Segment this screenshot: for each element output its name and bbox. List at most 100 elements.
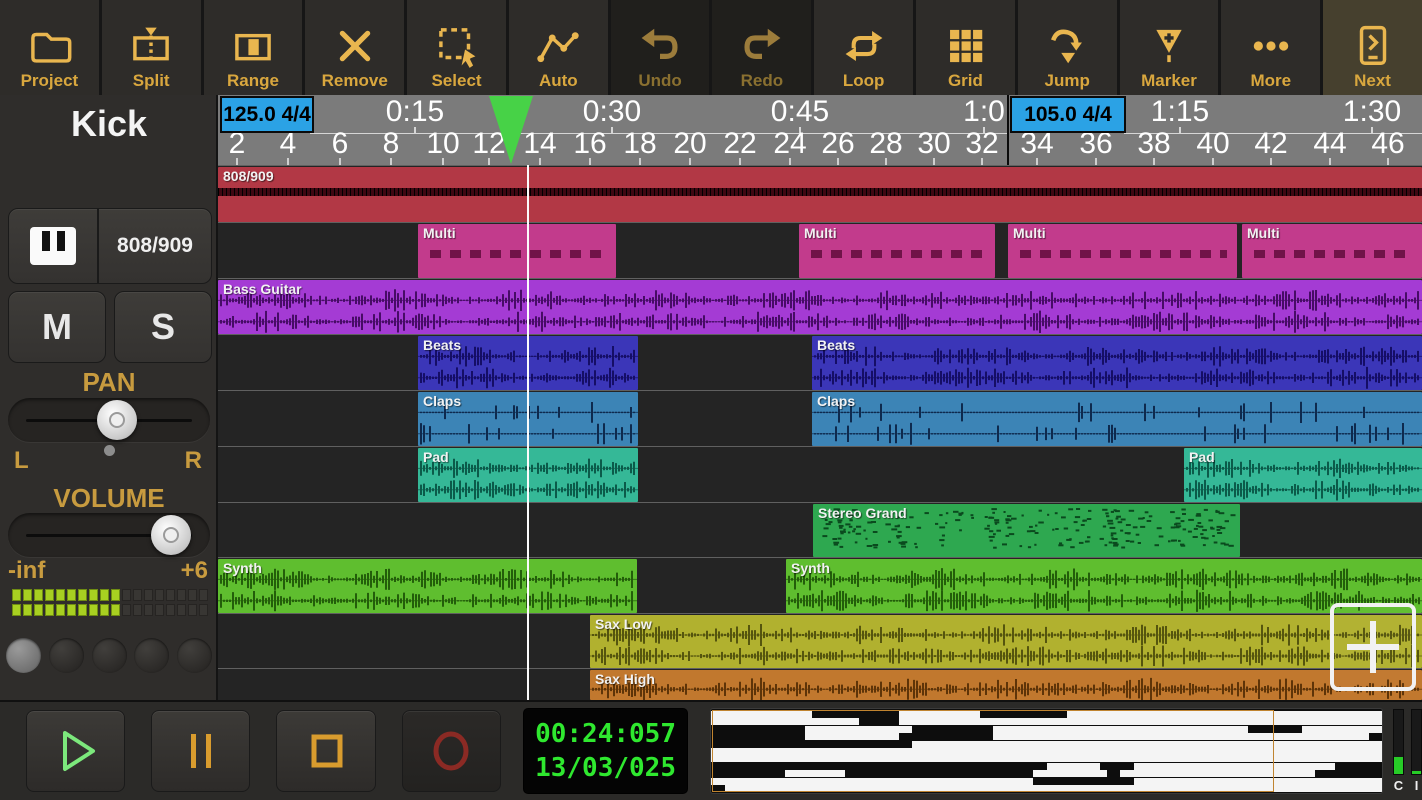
stop-button[interactable] xyxy=(276,710,376,792)
instrument-name[interactable]: 808/909 xyxy=(99,234,211,258)
bar-tick xyxy=(885,158,887,165)
clip-multi[interactable]: Multi xyxy=(1008,224,1237,278)
clip-beats[interactable]: Beats xyxy=(812,336,1422,390)
clip-808-909[interactable]: 808/909 xyxy=(218,167,1422,222)
track-row-sax-high[interactable]: Sax High xyxy=(218,668,1422,700)
clip-bass-guitar[interactable]: Bass Guitar xyxy=(218,280,1422,334)
clip-label: Multi xyxy=(423,225,456,241)
panel-pad[interactable] xyxy=(134,638,170,673)
toolbar-button-jump[interactable]: Jump xyxy=(1017,0,1117,95)
meter-segment xyxy=(34,589,43,601)
record-button[interactable] xyxy=(401,710,501,792)
track-row-bass-guitar[interactable]: Bass Guitar xyxy=(218,278,1422,334)
timeline-ruler[interactable]: 0:15 0:30 0:45 1:0 1:15 1:30 2 4 6 8 10 12 14 16 18 20 2… xyxy=(218,95,1422,165)
clip-synth[interactable]: Synth xyxy=(218,559,637,613)
clip-pad[interactable]: Pad xyxy=(1184,448,1422,502)
meter-segment xyxy=(56,604,65,616)
playhead-marker[interactable] xyxy=(489,96,533,164)
toolbar-button-grid[interactable]: Grid xyxy=(916,0,1015,95)
meter-segment xyxy=(133,604,142,616)
track-row-beats[interactable]: Beats Beats xyxy=(218,334,1422,390)
bar-number: 6 xyxy=(331,127,349,160)
toolbar-button-label: Next xyxy=(1354,71,1391,90)
add-track-button[interactable] xyxy=(1330,603,1416,691)
toolbar-button-marker[interactable]: Marker xyxy=(1119,0,1219,95)
panel-pad[interactable] xyxy=(177,638,212,673)
time-display[interactable]: 00:24:057 13/03/025 xyxy=(522,708,689,794)
pause-button[interactable] xyxy=(151,710,251,792)
remove-icon xyxy=(332,20,378,72)
level-meter xyxy=(12,589,208,617)
play-icon xyxy=(62,731,95,771)
toolbar-button-next[interactable]: Next xyxy=(1323,0,1422,95)
toolbar-button-redo[interactable]: Redo xyxy=(712,0,812,95)
toolbar-button-more[interactable]: More xyxy=(1221,0,1321,95)
toolbar-button-project[interactable]: Project xyxy=(0,0,99,95)
bar-tick xyxy=(1212,158,1214,165)
track-row-stereo-grand[interactable]: Stereo Grand xyxy=(218,502,1422,557)
toolbar-button-remove[interactable]: Remove xyxy=(305,0,405,95)
panel-pad[interactable] xyxy=(48,638,84,673)
bar-number: 16 xyxy=(573,127,607,160)
play-button[interactable] xyxy=(26,710,126,792)
bar-number: 30 xyxy=(917,127,951,160)
solo-button[interactable]: S xyxy=(114,291,212,363)
clip-synth[interactable]: Synth xyxy=(786,559,1422,613)
clip-multi[interactable]: Multi xyxy=(418,224,616,278)
toolbar-button-undo[interactable]: Undo xyxy=(610,0,710,95)
pan-left-label: L xyxy=(14,447,29,474)
bar-tick xyxy=(589,158,591,165)
midi-note-stripe xyxy=(218,188,1422,196)
pan-center-detent xyxy=(104,445,115,456)
clip-label: Sax Low xyxy=(595,616,652,632)
track-row-pad[interactable]: Pad Pad xyxy=(218,446,1422,502)
track-row-multi[interactable]: Multi Multi Multi Multi xyxy=(218,222,1422,278)
range-icon xyxy=(230,20,276,72)
volume-knob[interactable] xyxy=(151,515,191,555)
toolbar-button-loop[interactable]: Loop xyxy=(814,0,914,95)
clip-multi[interactable]: Multi xyxy=(1242,224,1422,278)
toolbar-button-label: Project xyxy=(20,71,79,90)
panel-pad[interactable] xyxy=(91,638,127,673)
clip-label: Pad xyxy=(1189,449,1215,465)
clip-multi[interactable]: Multi xyxy=(799,224,995,278)
meter-segment xyxy=(78,589,87,601)
panel-pad[interactable] xyxy=(6,638,41,673)
tempo-marker[interactable]: 125.0 4/4 xyxy=(220,96,314,133)
track-row-808-909[interactable]: 808/909 xyxy=(218,165,1422,222)
track-name: Kick xyxy=(70,103,148,144)
tempo-marker[interactable]: 105.0 4/4 xyxy=(1010,96,1126,133)
bar-number: 44 xyxy=(1313,127,1347,160)
clip-sax-high[interactable]: Sax High xyxy=(590,670,1422,700)
volume-slider[interactable] xyxy=(8,513,210,557)
instrument-button[interactable]: 808/909 xyxy=(8,208,212,284)
bar-tick xyxy=(739,158,741,165)
project-overview[interactable] xyxy=(710,708,1383,794)
piano-icon[interactable] xyxy=(9,209,99,283)
arrangement-area[interactable]: 808/909 Multi Multi Multi Multi Bass Guitar Be… xyxy=(218,165,1422,700)
jump-icon xyxy=(1044,20,1090,72)
toolbar-button-auto[interactable]: Auto xyxy=(508,0,608,95)
project-icon xyxy=(26,20,72,72)
toolbar-button-select[interactable]: Select xyxy=(407,0,506,95)
mute-button[interactable]: M xyxy=(8,291,106,363)
marker-icon xyxy=(1146,20,1192,72)
bar-tick xyxy=(1270,158,1272,165)
overview-segment xyxy=(1301,725,1382,733)
toolbar-button-split[interactable]: Split xyxy=(101,0,201,95)
bar-tick xyxy=(1036,158,1038,165)
toolbar-button-label: Loop xyxy=(842,71,885,90)
pan-knob[interactable] xyxy=(97,400,137,440)
toolbar-button-label: Redo xyxy=(740,71,784,90)
bar-tick xyxy=(1329,158,1331,165)
toolbar-button-range[interactable]: Range xyxy=(203,0,303,95)
track-row-sax-low[interactable]: Sax Low xyxy=(218,613,1422,668)
pan-slider[interactable] xyxy=(8,398,210,442)
clip-claps[interactable]: Claps xyxy=(812,392,1422,446)
track-row-synth[interactable]: Synth Synth xyxy=(218,557,1422,613)
meter-segment xyxy=(89,589,98,601)
track-row-claps[interactable]: Claps Claps xyxy=(218,390,1422,446)
overview-window[interactable] xyxy=(712,710,1275,792)
clip-sax-low[interactable]: Sax Low xyxy=(590,615,1422,668)
clip-stereo-grand[interactable]: Stereo Grand xyxy=(813,504,1240,557)
